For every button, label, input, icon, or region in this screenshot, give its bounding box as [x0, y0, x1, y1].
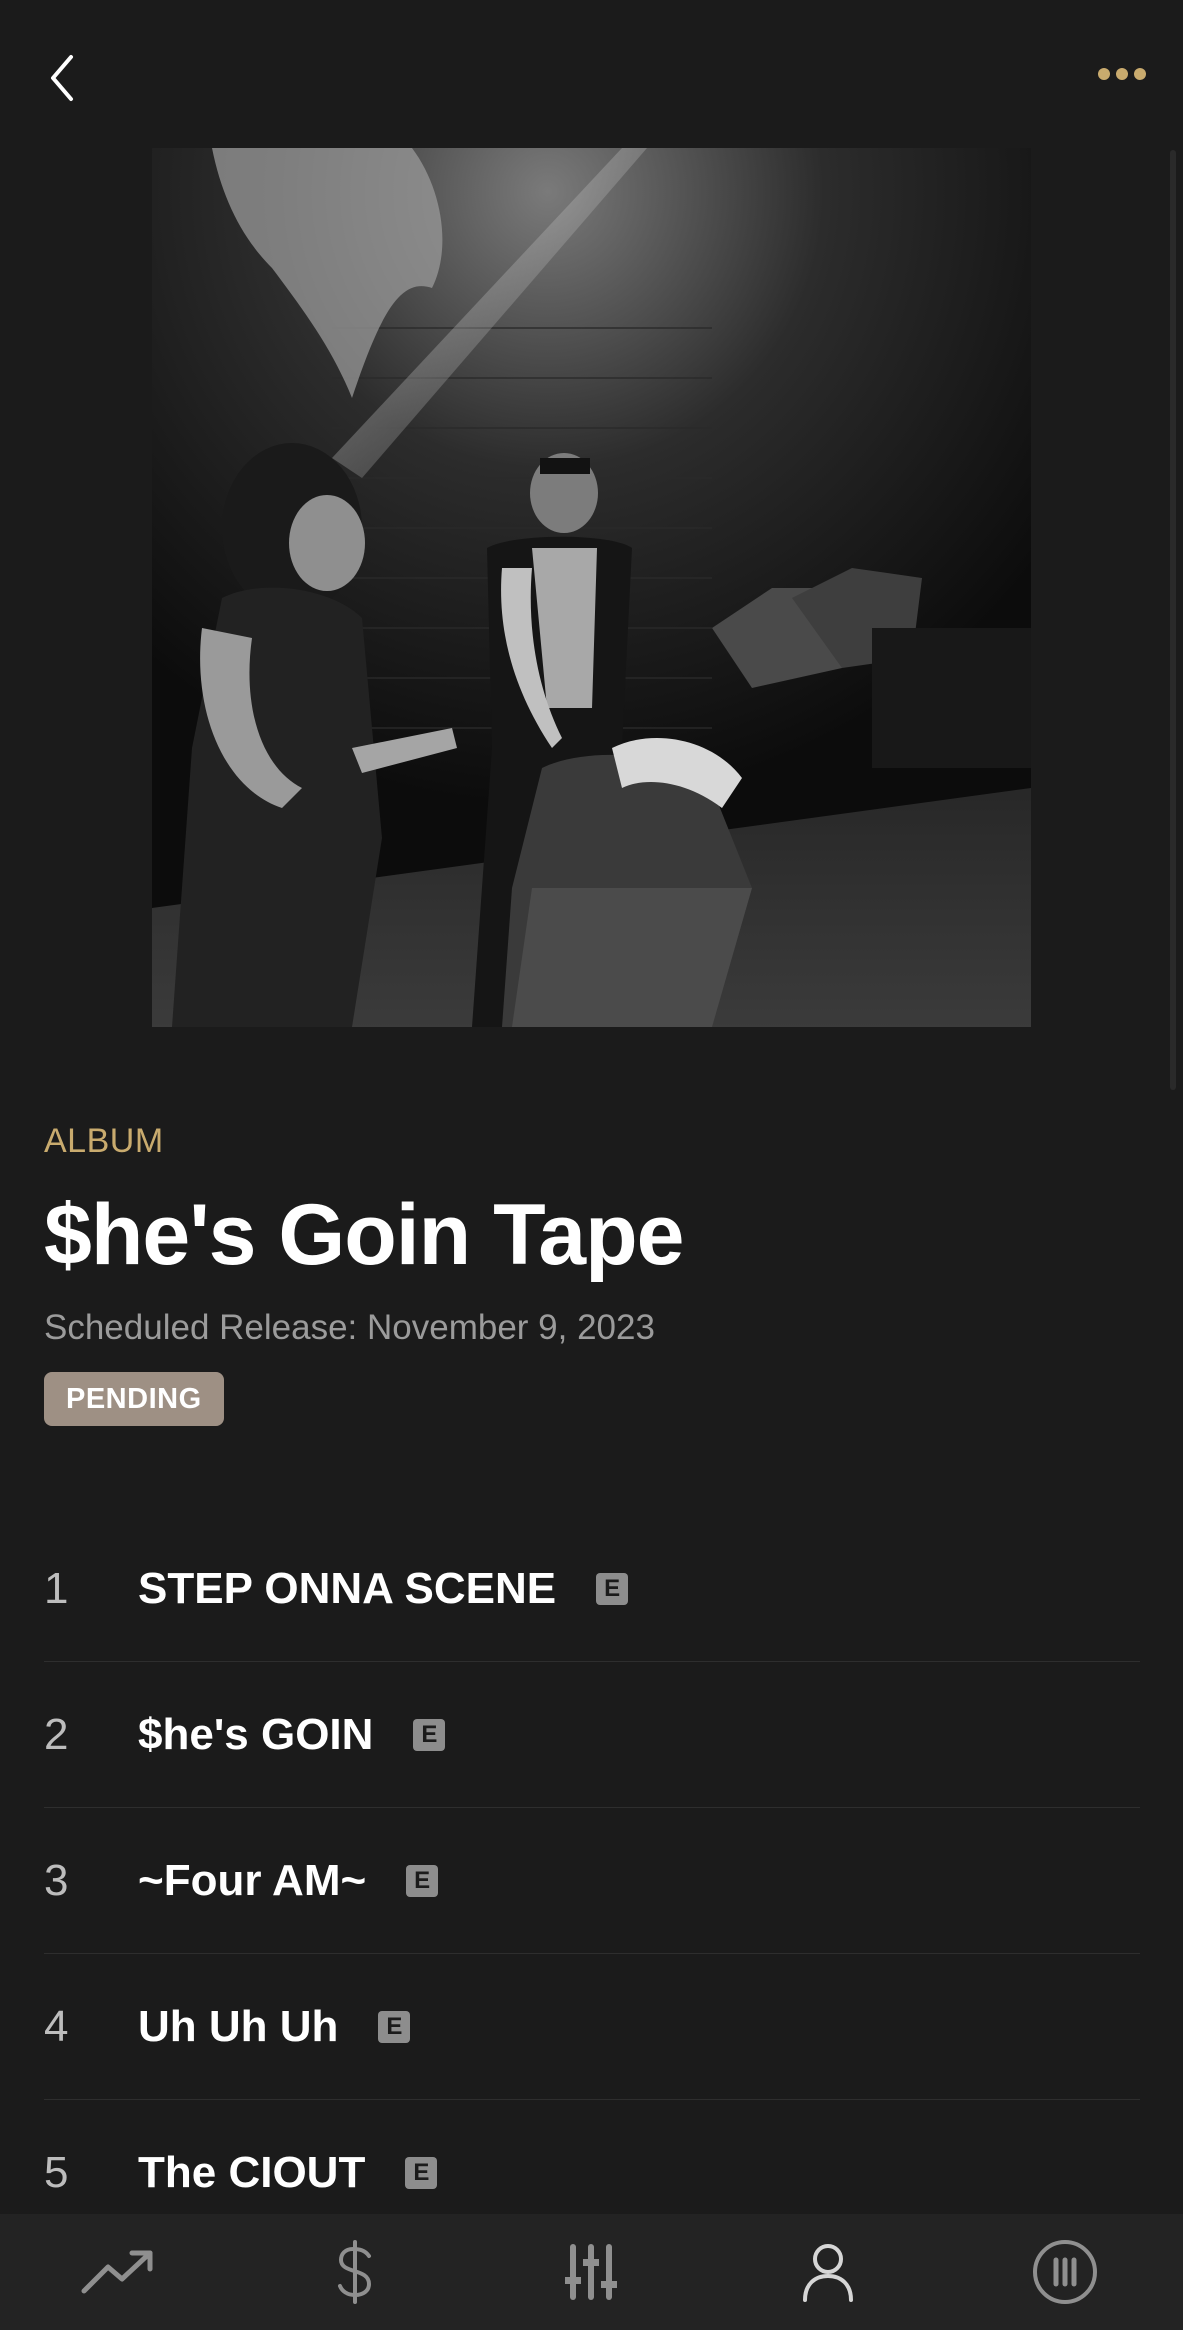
track-row[interactable]: 4 Uh Uh Uh E [44, 1954, 1140, 2100]
track-row[interactable]: 3 ~Four AM~ E [44, 1808, 1140, 1954]
back-button[interactable] [36, 46, 88, 110]
nav-player[interactable] [1005, 2222, 1125, 2322]
nav-mixer[interactable] [531, 2222, 651, 2322]
chevron-left-icon [51, 55, 73, 101]
sliders-icon [565, 2244, 618, 2300]
track-number: 1 [44, 1564, 69, 1613]
track-name: Uh Uh Uh [138, 2002, 339, 2051]
explicit-badge: E [405, 2157, 438, 2189]
album-cover-image [152, 148, 1031, 1027]
nav-profile[interactable] [768, 2222, 888, 2322]
explicit-badge: E [406, 1865, 439, 1897]
track-number: 2 [44, 1710, 69, 1759]
track-number: 3 [44, 1856, 69, 1905]
release-type-label: ALBUM [44, 1122, 164, 1160]
scheduled-release-date: Scheduled Release: November 9, 2023 [44, 1308, 655, 1347]
trending-up-icon [81, 2250, 153, 2294]
explicit-badge: E [596, 1573, 629, 1605]
nav-analytics[interactable] [58, 2222, 178, 2322]
track-name: $he's GOIN [138, 1710, 374, 1759]
more-options-button[interactable] [1090, 54, 1154, 94]
more-horizontal-icon [1098, 68, 1146, 80]
pause-circle-icon [1032, 2240, 1097, 2304]
explicit-badge: E [413, 1719, 446, 1751]
track-name: The CIOUT [138, 2148, 366, 2197]
track-row[interactable]: 1 STEP ONNA SCENE E [44, 1516, 1140, 1662]
bottom-navigation [0, 2214, 1183, 2330]
top-bar [0, 0, 1183, 150]
album-title: $he's Goin Tape [44, 1187, 684, 1283]
track-row[interactable]: 2 $he's GOIN E [44, 1662, 1140, 1808]
track-number: 4 [44, 2002, 69, 2051]
scrollbar[interactable] [1170, 150, 1176, 1090]
explicit-badge: E [378, 2011, 411, 2043]
user-icon [803, 2244, 854, 2302]
dollar-icon [337, 2240, 371, 2304]
track-name: STEP ONNA SCENE [138, 1564, 557, 1613]
nav-earnings[interactable] [295, 2222, 415, 2322]
status-badge: PENDING [44, 1372, 224, 1426]
track-name: ~Four AM~ [138, 1856, 367, 1905]
